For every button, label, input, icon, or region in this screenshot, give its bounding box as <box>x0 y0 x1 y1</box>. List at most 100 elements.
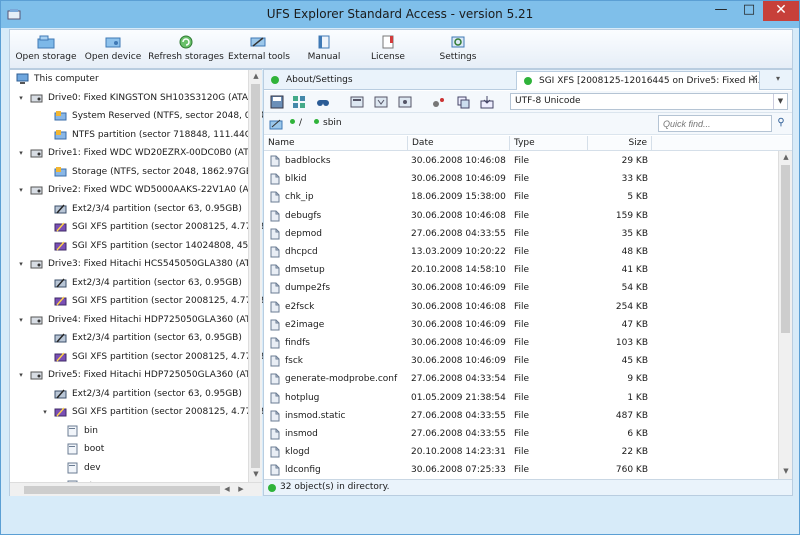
refresh-storages-button[interactable]: Refresh storages <box>146 32 226 68</box>
tree-item-label: Ext2/3/4 partition (sector 63, 0.95GB) <box>72 388 242 399</box>
file-type: File <box>514 265 530 276</box>
tree-item-label: Ext2/3/4 partition (sector 63, 0.95GB) <box>72 277 242 288</box>
maximize-button[interactable]: □ <box>735 1 763 21</box>
file-list-scroll-thumb[interactable] <box>781 165 790 333</box>
copy-icon[interactable] <box>456 95 470 109</box>
file-name: findfs <box>285 338 310 348</box>
tab-list-icon[interactable]: ▾ <box>776 74 780 83</box>
manual-button[interactable]: Manual <box>302 32 346 68</box>
file-list-vertical-scrollbar[interactable]: ▲ ▼ <box>778 151 792 479</box>
folder-icon <box>66 462 79 474</box>
file-row[interactable]: dmsetup 20.10.2008 14:58:10 File 41 KB <box>264 261 778 279</box>
expander-icon[interactable]: ▾ <box>16 144 26 162</box>
minimize-button[interactable]: — <box>707 1 735 21</box>
file-row[interactable]: fsck 30.06.2008 10:46:09 File 45 KB <box>264 352 778 370</box>
file-row[interactable]: hotplug 01.05.2009 21:38:54 File 1 KB <box>264 389 778 407</box>
external-tools-button[interactable]: External tools <box>228 32 290 68</box>
file-name: debugfs <box>285 210 322 221</box>
file-row[interactable]: badblocks 30.06.2008 10:46:08 File 29 KB <box>264 152 778 170</box>
file-size: 487 KB <box>615 410 648 421</box>
export-icon[interactable] <box>480 95 494 109</box>
column-type[interactable]: Type <box>510 136 588 151</box>
file-icon <box>270 464 280 476</box>
view-icon[interactable] <box>350 95 364 109</box>
path-bar: / sbin ⚲ <box>264 113 792 135</box>
tree-hscroll-thumb[interactable] <box>24 486 220 494</box>
file-row[interactable]: blkid 30.06.2008 10:46:09 File 33 KB <box>264 170 778 188</box>
find-icon[interactable] <box>316 95 330 109</box>
encoding-select[interactable]: UTF-8 Unicode ▼ <box>510 93 788 110</box>
panel-toolbar: UTF-8 Unicode ▼ <box>264 91 792 113</box>
breadcrumb-root[interactable]: / <box>290 118 302 128</box>
tab-about-settings[interactable]: About/Settings <box>264 71 514 90</box>
file-row[interactable]: chk_ip 18.06.2009 15:38:00 File 5 KB <box>264 188 778 206</box>
file-row[interactable]: klogd 20.10.2008 14:23:31 File 22 KB <box>264 443 778 461</box>
drive-icon <box>30 184 43 196</box>
file-row[interactable]: dhcpcd 13.03.2009 10:20:22 File 48 KB <box>264 243 778 261</box>
tools-icon[interactable] <box>432 95 446 109</box>
properties-icon[interactable] <box>292 95 306 109</box>
ext-icon <box>54 203 67 215</box>
file-date: 20.10.2008 14:23:31 <box>411 447 506 458</box>
file-row[interactable]: e2image 30.06.2008 10:46:09 File 47 KB <box>264 316 778 334</box>
expander-icon[interactable]: ▾ <box>16 89 26 107</box>
storage-tree-panel: This computer ▾ Drive0: Fixed KINGSTON SH1… <box>9 69 285 496</box>
path-dot-icon <box>314 119 319 124</box>
file-date: 27.06.2008 04:33:55 <box>411 410 506 421</box>
file-size: 47 KB <box>621 319 648 330</box>
file-row[interactable]: e2fsck 30.06.2008 10:46:08 File 254 KB <box>264 298 778 316</box>
ext-icon <box>54 388 67 400</box>
expander-icon[interactable]: ▾ <box>16 181 26 199</box>
scroll-up-arrow[interactable]: ▲ <box>779 153 793 161</box>
license-button[interactable]: License <box>366 32 410 68</box>
column-date[interactable]: Date <box>408 136 510 151</box>
scroll-down-arrow[interactable]: ▼ <box>779 467 793 475</box>
file-row[interactable]: insmod 27.06.2008 04:33:55 File 6 KB <box>264 425 778 443</box>
file-row[interactable]: debugfs 30.06.2008 10:46:08 File 159 KB <box>264 207 778 225</box>
search-icon[interactable]: ⚲ <box>772 115 790 132</box>
file-row[interactable]: dumpe2fs 30.06.2008 10:46:09 File 54 KB <box>264 279 778 297</box>
scroll-right-arrow[interactable]: ▶ <box>234 485 248 493</box>
expander-icon[interactable]: ▾ <box>16 366 26 384</box>
partition-icon <box>269 119 283 130</box>
tab-close-icon[interactable]: × <box>750 73 758 84</box>
file-row[interactable]: insmod.static 27.06.2008 04:33:55 File 487 … <box>264 407 778 425</box>
status-dot-icon <box>268 484 276 492</box>
tree-horizontal-scrollbar[interactable]: ◀ ▶ <box>10 482 262 496</box>
file-type: File <box>514 356 530 367</box>
save-icon[interactable] <box>270 95 284 109</box>
expander-icon[interactable]: ▾ <box>16 255 26 273</box>
tree-item-label: Drive2: Fixed WDC WD5000AAKS-22V1A0 (ATA… <box>48 185 263 195</box>
column-name[interactable]: Name <box>264 136 408 151</box>
xfs-icon <box>54 240 67 252</box>
file-row[interactable]: depmod 27.06.2008 04:33:55 File 35 KB <box>264 225 778 243</box>
tree-item-label: bin <box>84 425 98 436</box>
scroll-left-arrow[interactable]: ◀ <box>220 485 234 493</box>
close-button[interactable]: ✕ <box>763 1 799 21</box>
expander-icon[interactable]: ▾ <box>16 311 26 329</box>
scroll-up-arrow[interactable]: ▲ <box>249 72 263 80</box>
settings-button[interactable]: Settings <box>436 32 480 68</box>
file-row[interactable]: generate-modprobe.conf 27.06.2008 04:33:5… <box>264 370 778 388</box>
ext-icon <box>54 277 67 289</box>
breadcrumb-sbin[interactable]: sbin <box>314 118 342 128</box>
file-icon <box>270 210 280 222</box>
file-row[interactable]: ldconfig 30.06.2008 07:25:33 File 760 KB <box>264 461 778 479</box>
chevron-down-icon[interactable]: ▼ <box>773 94 787 109</box>
open-storage-button[interactable]: Open storage <box>12 32 80 68</box>
scroll-down-arrow[interactable]: ▼ <box>249 470 263 478</box>
tree-vertical-scrollbar[interactable]: ▲ ▼ <box>248 70 262 482</box>
xfs-icon <box>54 295 67 307</box>
scan-icon[interactable] <box>398 95 412 109</box>
expander-icon[interactable]: ▾ <box>40 403 50 421</box>
file-icon <box>270 228 280 240</box>
tab-sgi-xfs[interactable]: SGI XFS [2008125-12016445 on Drive5: Fix… <box>516 71 760 90</box>
open-device-button[interactable]: Open device <box>82 32 144 68</box>
file-row[interactable]: findfs 30.06.2008 10:46:09 File 103 KB <box>264 334 778 352</box>
tree-scroll-thumb[interactable] <box>251 84 260 468</box>
column-size[interactable]: Size <box>588 136 652 151</box>
file-name: fsck <box>285 356 304 367</box>
quick-find-input[interactable] <box>658 115 772 132</box>
file-type: File <box>514 192 530 203</box>
preview-icon[interactable] <box>374 95 388 109</box>
